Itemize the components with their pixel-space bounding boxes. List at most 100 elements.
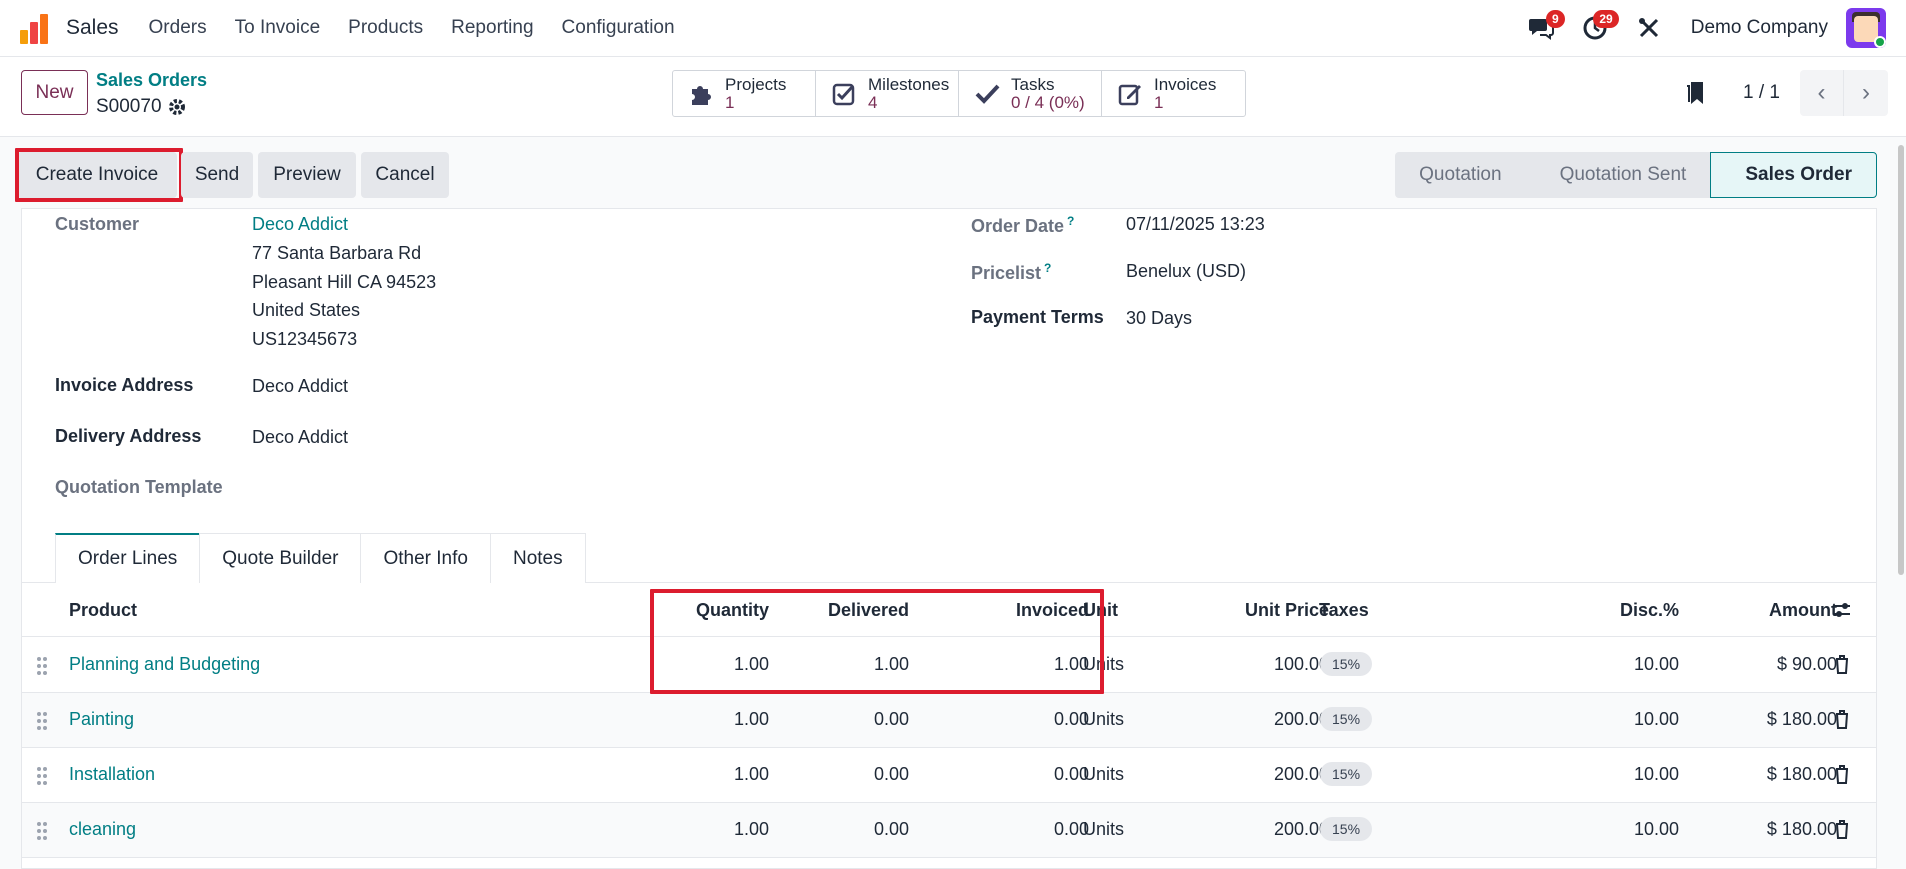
unit-cell[interactable]: Units	[1083, 764, 1124, 785]
menu-orders[interactable]: Orders	[135, 17, 221, 39]
app-name[interactable]: Sales	[66, 16, 119, 40]
customer-label: Customer	[55, 214, 140, 234]
tax-badge[interactable]: 15%	[1320, 817, 1373, 841]
tax-badge[interactable]: 15%	[1320, 707, 1373, 731]
quantity-cell[interactable]: 1.00	[642, 764, 769, 785]
projects-smart-button[interactable]: Projects 1	[673, 71, 816, 116]
disc-cell[interactable]: 10.00	[1562, 819, 1679, 840]
help-icon[interactable]: ?	[1067, 214, 1074, 228]
tab-other-info[interactable]: Other Info	[360, 533, 491, 583]
payment-terms-field[interactable]: 30 Days	[1126, 308, 1192, 329]
milestones-smart-button[interactable]: Milestones 4	[816, 71, 959, 116]
delivery-address-field[interactable]: Deco Addict	[252, 427, 348, 448]
product-cell[interactable]: Painting	[69, 709, 134, 730]
trash-icon[interactable]	[1834, 709, 1850, 729]
company-switcher[interactable]: Demo Company	[1691, 17, 1828, 39]
invoices-smart-button[interactable]: Invoices 1	[1102, 71, 1245, 116]
new-button[interactable]: New	[21, 70, 88, 115]
unit-price-cell[interactable]: 200.00	[1172, 819, 1329, 840]
col-product[interactable]: Product	[69, 600, 137, 621]
activities-button[interactable]: 29	[1575, 8, 1619, 48]
invoice-address-label: Invoice Address	[55, 375, 194, 395]
table-row[interactable]: Planning and Budgeting 1.00 1.00 1.00 Un…	[22, 638, 1876, 693]
quantity-cell[interactable]: 1.00	[642, 819, 769, 840]
gear-icon[interactable]	[168, 98, 186, 116]
user-avatar[interactable]	[1846, 8, 1886, 48]
col-delivered[interactable]: Delivered	[769, 600, 909, 621]
order-date-field[interactable]: 07/11/2025 13:23	[1126, 214, 1265, 235]
customer-address-line-1: 77 Santa Barbara Rd	[252, 243, 422, 263]
menu-to-invoice[interactable]: To Invoice	[221, 17, 335, 39]
delivered-cell[interactable]: 0.00	[769, 819, 909, 840]
col-amount[interactable]: Amount	[1702, 600, 1837, 621]
product-cell[interactable]: cleaning	[69, 819, 136, 840]
unit-price-cell[interactable]: 100.00	[1172, 654, 1329, 675]
col-taxes[interactable]: Taxes	[1319, 600, 1369, 621]
create-invoice-button[interactable]: Create Invoice	[17, 152, 177, 198]
stage-quotation-sent[interactable]: Quotation Sent	[1525, 152, 1711, 198]
stage-sales-order[interactable]: Sales Order	[1710, 152, 1877, 198]
disc-cell[interactable]: 10.00	[1562, 764, 1679, 785]
invoiced-cell: 0.00	[1053, 709, 1089, 729]
delivered-cell[interactable]: 1.00	[769, 654, 909, 675]
unit-price-cell[interactable]: 200.00	[1172, 709, 1329, 730]
drag-handle-icon[interactable]	[36, 820, 48, 842]
delivered-cell[interactable]: 0.00	[769, 709, 909, 730]
table-row[interactable]: Installation 1.00 0.00 0.00 Units 200.00…	[22, 748, 1876, 803]
debug-tools-button[interactable]	[1629, 8, 1669, 48]
tab-order-lines[interactable]: Order Lines	[55, 533, 201, 583]
quantity-cell[interactable]: 1.00	[642, 709, 769, 730]
unit-cell[interactable]: Units	[1083, 709, 1124, 730]
menu-reporting[interactable]: Reporting	[437, 17, 547, 39]
col-invoiced[interactable]: Invoiced	[909, 600, 1089, 621]
pager-value[interactable]: 1 / 1	[1743, 82, 1780, 104]
quantity-cell[interactable]: 1.00	[642, 654, 769, 675]
tasks-smart-button[interactable]: Tasks 0 / 4 (0%)	[959, 71, 1102, 116]
col-unit[interactable]: Unit	[1083, 600, 1118, 621]
customer-field[interactable]: Deco Addict	[252, 214, 348, 235]
pager-previous-button[interactable]: ‹	[1800, 70, 1844, 116]
cancel-button[interactable]: Cancel	[361, 152, 449, 198]
trash-icon[interactable]	[1834, 819, 1850, 839]
drag-handle-icon[interactable]	[36, 765, 48, 787]
col-quantity[interactable]: Quantity	[642, 600, 769, 621]
bookmark-icon[interactable]	[1685, 80, 1707, 106]
tab-notes[interactable]: Notes	[489, 533, 586, 583]
disc-cell[interactable]: 10.00	[1562, 709, 1679, 730]
disc-cell[interactable]: 10.00	[1562, 654, 1679, 675]
unit-price-cell[interactable]: 200.00	[1172, 764, 1329, 785]
table-row[interactable]: Painting 1.00 0.00 0.00 Units 200.00 15%…	[22, 693, 1876, 748]
optional-columns-icon[interactable]	[1832, 601, 1852, 619]
trash-icon[interactable]	[1834, 764, 1850, 784]
col-disc[interactable]: Disc.%	[1562, 600, 1679, 621]
product-cell[interactable]: Planning and Budgeting	[69, 654, 260, 675]
help-icon[interactable]: ?	[1044, 261, 1051, 275]
tab-quote-builder[interactable]: Quote Builder	[199, 533, 362, 583]
stage-quotation[interactable]: Quotation	[1395, 152, 1526, 198]
pager-next-button[interactable]: ›	[1844, 70, 1888, 116]
trash-icon[interactable]	[1834, 654, 1850, 674]
col-unit-price[interactable]: Unit Price	[1172, 600, 1329, 621]
tax-badge[interactable]: 15%	[1320, 762, 1373, 786]
sales-app-logo-icon[interactable]	[20, 12, 52, 44]
tax-badge[interactable]: 15%	[1320, 652, 1373, 676]
unit-cell[interactable]: Units	[1083, 819, 1124, 840]
preview-button[interactable]: Preview	[258, 152, 356, 198]
breadcrumb-sales-orders[interactable]: Sales Orders	[96, 70, 207, 91]
menu-configuration[interactable]: Configuration	[548, 17, 689, 39]
page-scrollbar[interactable]	[1898, 145, 1904, 575]
notebook-tabs: Order Lines Quote Builder Other Info Not…	[55, 533, 586, 583]
drag-handle-icon[interactable]	[36, 710, 48, 732]
quotation-template-field[interactable]	[252, 477, 552, 501]
product-cell[interactable]: Installation	[69, 764, 155, 785]
delivered-cell[interactable]: 0.00	[769, 764, 909, 785]
send-button[interactable]: Send	[181, 152, 253, 198]
table-row[interactable]: cleaning 1.00 0.00 0.00 Units 200.00 15%…	[22, 803, 1876, 858]
pricelist-field[interactable]: Benelux (USD)	[1126, 261, 1246, 282]
unit-cell[interactable]: Units	[1083, 654, 1124, 675]
drag-handle-icon[interactable]	[36, 655, 48, 677]
invoice-address-field[interactable]: Deco Addict	[252, 376, 348, 397]
messages-button[interactable]: 9	[1521, 8, 1565, 48]
menu-products[interactable]: Products	[334, 17, 437, 39]
control-panel: New Sales Orders S00070 Projects 1 Miles…	[0, 57, 1906, 137]
